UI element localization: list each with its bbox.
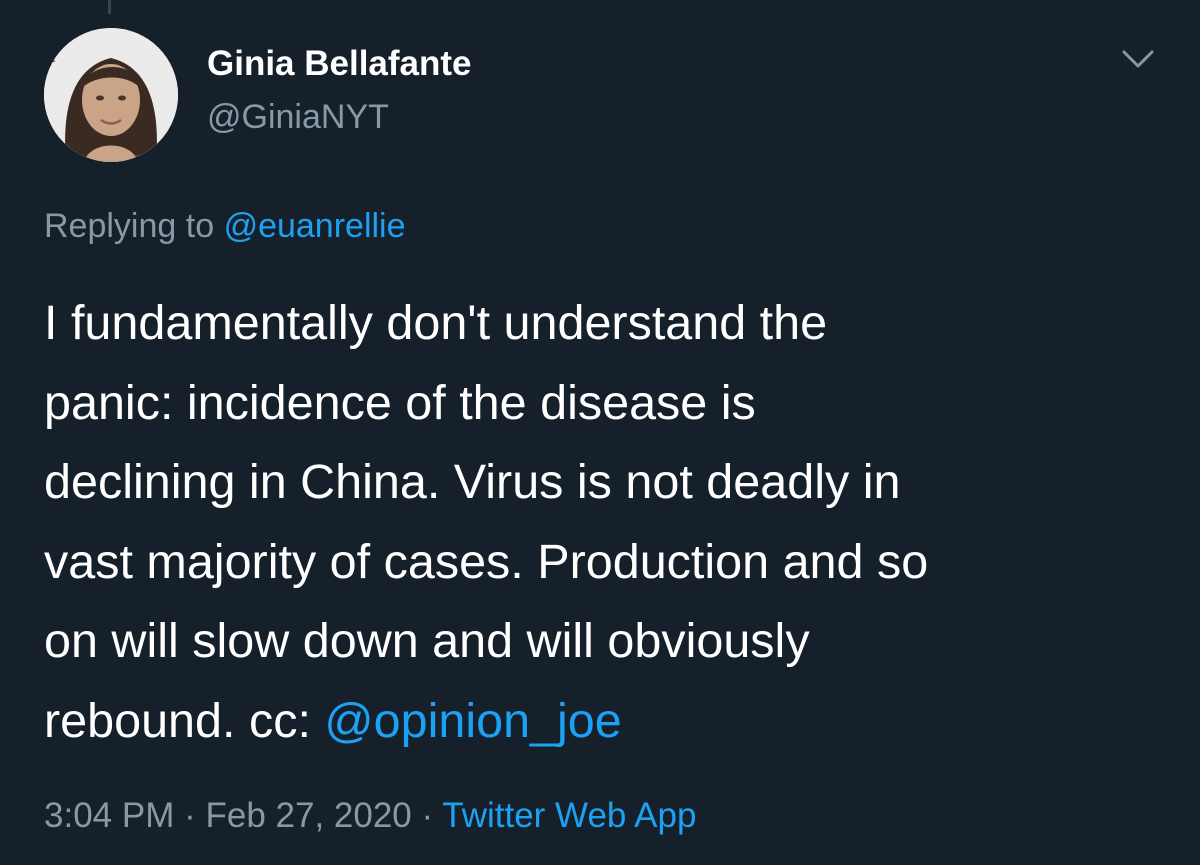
meta-separator: · (184, 796, 196, 835)
tweet-date[interactable]: Feb 27, 2020 (205, 796, 411, 835)
tweet-text-line: vast majority of cases. Production and s… (44, 534, 929, 589)
tweet-text: I fundamentally don't understand the pan… (44, 284, 1164, 761)
svg-text:...: ... (134, 149, 141, 158)
tweet-text-line: on will slow down and will obviously (44, 614, 810, 668)
chevron-down-icon (1122, 50, 1154, 68)
tweet-text-line: panic: incidence of the disease is (44, 375, 756, 430)
tweet-text-line: I fundamentally don't understand the (44, 296, 828, 350)
reply-mention-link[interactable]: @euanrellie (224, 207, 406, 245)
tweet-source-link[interactable]: Twitter Web App (442, 796, 696, 835)
display-name[interactable]: Ginia Bellafante (207, 44, 472, 84)
thread-connector-line (108, 0, 111, 14)
tweet-metadata: 3:04 PM · Feb 27, 2020 · Twitter Web App (44, 794, 696, 838)
tweet-text-segment: rebound. cc: (44, 693, 311, 748)
tweet-text-line: declining in China. Virus is not deadly … (44, 455, 901, 509)
svg-text:k: k (48, 50, 56, 65)
more-options-button[interactable] (1118, 40, 1158, 80)
tweet-text-last-line: rebound. cc: @opinion_joe (44, 682, 1164, 762)
avatar[interactable]: k ... (44, 28, 178, 162)
avatar-photo-icon: k ... (44, 28, 178, 162)
tweet-mention-link[interactable]: @opinion_joe (324, 694, 621, 748)
user-handle[interactable]: @GiniaNYT (207, 97, 389, 137)
meta-separator: · (421, 796, 434, 835)
reply-context: Replying to @euanrellie (44, 204, 406, 248)
reply-context-prefix: Replying to (44, 207, 215, 245)
tweet-time[interactable]: 3:04 PM (44, 796, 174, 835)
tweet-card: k ... Ginia Bellafante @GiniaNYT Replyin… (0, 0, 1200, 865)
